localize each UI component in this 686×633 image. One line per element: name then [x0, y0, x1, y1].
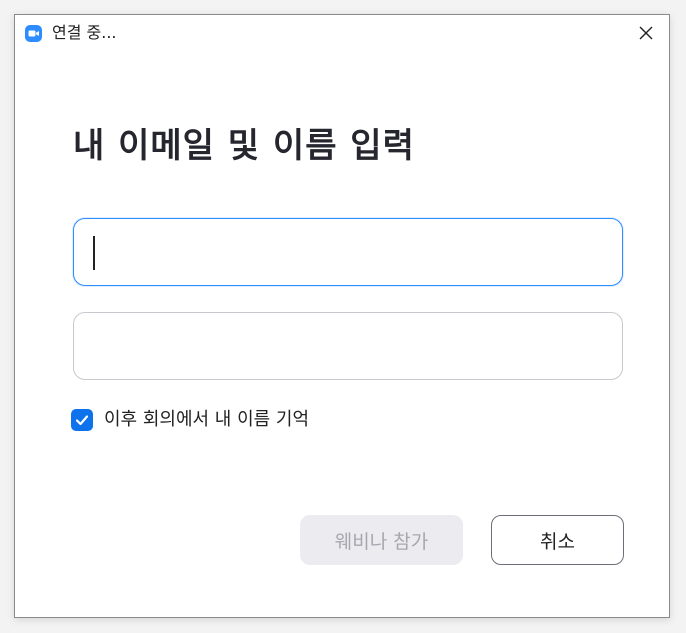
remember-name-checkbox-row[interactable]: 이후 회의에서 내 이름 기억 [71, 408, 309, 432]
close-button[interactable] [623, 15, 669, 51]
close-icon [639, 26, 653, 40]
join-webinar-button[interactable]: 웨비나 참가 [300, 515, 463, 565]
remember-name-label: 이후 회의에서 내 이름 기억 [104, 409, 310, 430]
checkmark-icon [75, 415, 89, 426]
page-title: 내 이메일 및 이름 입력 [73, 126, 415, 166]
remember-name-checkbox[interactable] [71, 409, 93, 431]
name-input[interactable] [73, 218, 623, 286]
title-bar: 연결 중... [15, 15, 669, 51]
window-title: 연결 중... [52, 23, 117, 42]
text-caret [93, 236, 95, 270]
zoom-camera-icon [25, 25, 42, 42]
cancel-button[interactable]: 취소 [491, 515, 624, 565]
email-input[interactable] [73, 312, 623, 380]
dialog-window: 연결 중... 내 이메일 및 이름 입력 이후 회의에서 내 이름 기억 웨비… [14, 14, 670, 618]
